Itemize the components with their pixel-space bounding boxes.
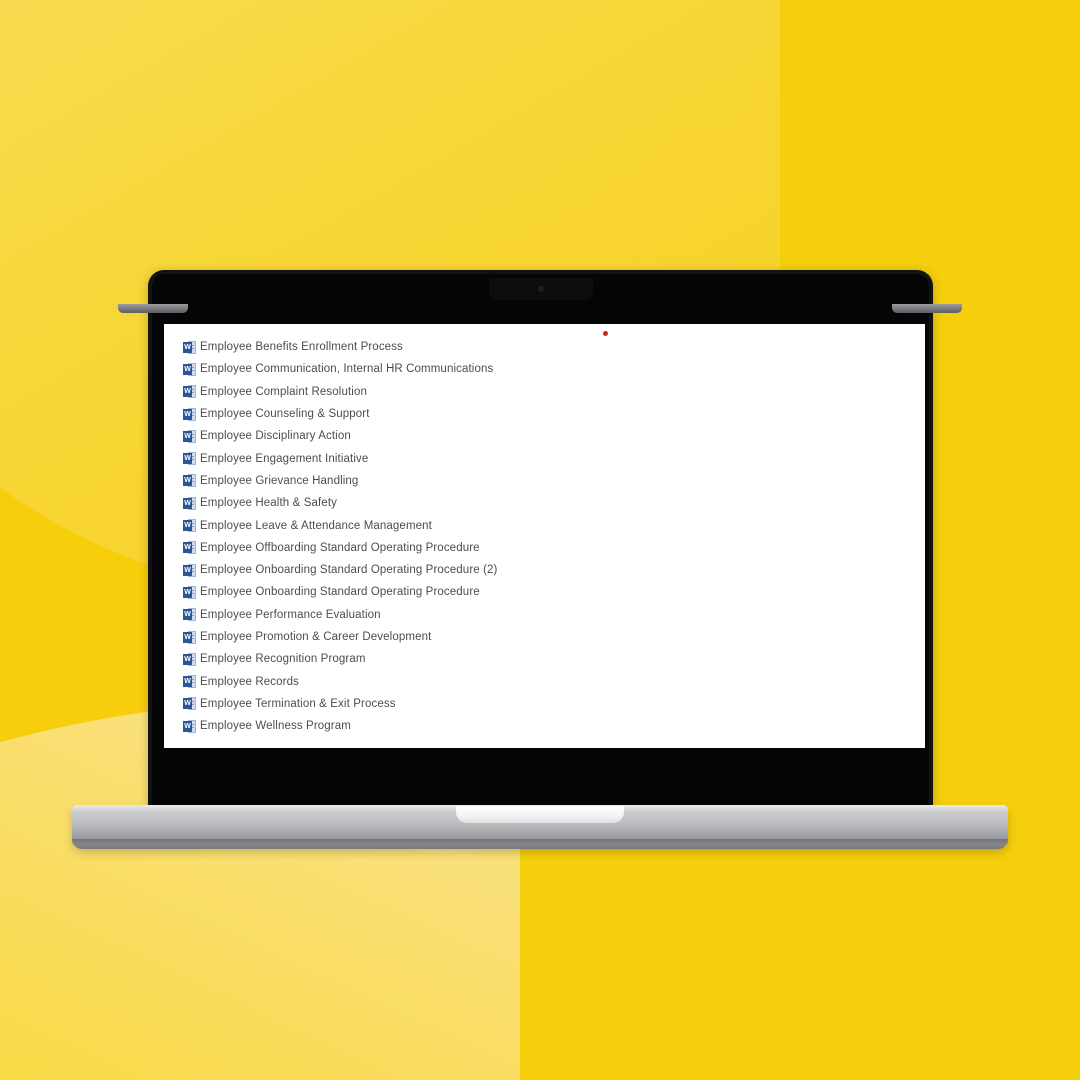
file-name-label: Employee Promotion & Career Development — [200, 631, 432, 643]
camera-notch — [488, 278, 593, 300]
file-list-item[interactable]: W Employee Engagement Initiative — [183, 447, 919, 469]
word-document-icon: W — [183, 407, 196, 421]
word-document-icon: W — [183, 452, 196, 466]
word-document-icon: W — [183, 563, 196, 577]
laptop-base-shadow — [72, 839, 1008, 845]
word-document-letter: W — [183, 453, 192, 465]
file-name-label: Employee Performance Evaluation — [200, 608, 381, 621]
file-list-item[interactable]: W Employee Offboarding Standard Operating… — [183, 537, 919, 559]
word-document-icon: W — [183, 719, 196, 733]
word-document-icon: W — [183, 340, 196, 354]
word-document-letter: W — [183, 408, 192, 420]
laptop-foot-right — [892, 304, 962, 313]
word-document-icon: W — [183, 429, 196, 443]
file-list-item[interactable]: W Employee Wellness Program — [183, 715, 919, 737]
file-list-item[interactable]: W Employee Onboarding Standard Operating … — [183, 559, 919, 581]
file-name-label: Employee Offboarding Standard Operating … — [200, 541, 480, 554]
word-document-icon: W — [183, 608, 196, 622]
word-document-letter: W — [183, 564, 192, 576]
word-document-letter: W — [183, 609, 192, 621]
laptop-foot-left — [118, 304, 188, 313]
word-document-icon: W — [183, 519, 196, 533]
file-list-item[interactable]: W Employee Leave & Attendance Management — [183, 514, 919, 536]
word-document-letter: W — [183, 341, 192, 353]
word-document-letter: W — [183, 542, 192, 554]
screen-content: W Employee Benefits Enrollment Process W Em… — [164, 324, 925, 748]
word-document-letter: W — [183, 386, 192, 398]
file-name-label: Employee Disciplinary Action — [200, 430, 351, 443]
file-list[interactable]: W Employee Benefits Enrollment Process W Em… — [183, 336, 919, 737]
laptop-base — [72, 805, 1008, 849]
word-document-letter: W — [183, 720, 192, 732]
word-document-letter: W — [183, 676, 192, 688]
file-list-item[interactable]: W Employee Complaint Resolution — [183, 381, 919, 403]
file-name-label: Employee Engagement Initiative — [200, 452, 369, 465]
laptop-lid: W Employee Benefits Enrollment Process W Em… — [148, 270, 933, 810]
word-document-letter: W — [183, 497, 192, 509]
file-name-label: Employee Complaint Resolution — [200, 385, 367, 398]
word-document-icon: W — [183, 496, 196, 510]
word-document-icon: W — [183, 362, 196, 376]
webcam-icon — [537, 286, 544, 292]
scene: W Employee Benefits Enrollment Process W Em… — [0, 0, 1080, 1080]
file-name-label: Employee Termination & Exit Process — [200, 697, 396, 710]
word-document-letter: W — [183, 475, 192, 487]
file-list-item[interactable]: W Employee Benefits Enrollment Process — [183, 336, 919, 358]
word-document-letter: W — [183, 631, 192, 643]
word-document-icon: W — [183, 652, 196, 666]
file-name-label: Employee Grievance Handling — [200, 474, 359, 487]
word-document-icon: W — [183, 675, 196, 689]
file-name-label: Employee Records — [200, 675, 299, 688]
word-document-icon: W — [183, 585, 196, 599]
file-name-label: Employee Counseling & Support — [200, 408, 370, 421]
word-document-letter: W — [183, 698, 192, 710]
word-document-letter: W — [183, 430, 192, 442]
file-list-item[interactable]: W Employee Recognition Program — [183, 648, 919, 670]
word-document-letter: W — [183, 653, 192, 665]
word-document-icon: W — [183, 385, 196, 399]
word-document-letter: W — [183, 363, 192, 375]
file-name-label: Employee Onboarding Standard Operating P… — [200, 564, 498, 577]
laptop-bezel: W Employee Benefits Enrollment Process W Em… — [152, 274, 929, 810]
laptop-front-recess — [456, 806, 624, 823]
file-list-item[interactable]: W Employee Health & Safety — [183, 492, 919, 514]
word-document-icon: W — [183, 630, 196, 644]
file-list-item[interactable]: W Employee Communication, Internal HR Com… — [183, 358, 919, 380]
word-document-icon: W — [183, 474, 196, 488]
file-name-label: Employee Benefits Enrollment Process — [200, 341, 403, 354]
file-list-item[interactable]: W Employee Performance Evaluation — [183, 604, 919, 626]
file-name-label: Employee Onboarding Standard Operating P… — [200, 586, 480, 599]
file-name-label: Employee Communication, Internal HR Comm… — [200, 363, 494, 376]
file-list-item[interactable]: W Employee Disciplinary Action — [183, 425, 919, 447]
file-name-label: Employee Leave & Attendance Management — [200, 519, 432, 532]
file-list-item[interactable]: W Employee Records — [183, 670, 919, 692]
file-list-item[interactable]: W Employee Onboarding Standard Operating … — [183, 581, 919, 603]
file-list-item[interactable]: W Employee Counseling & Support — [183, 403, 919, 425]
laptop-device: W Employee Benefits Enrollment Process W Em… — [60, 262, 1020, 852]
word-document-icon: W — [183, 697, 196, 711]
file-name-label: Employee Wellness Program — [200, 720, 351, 733]
file-name-label: Employee Recognition Program — [200, 653, 366, 666]
word-document-icon: W — [183, 541, 196, 555]
file-list-item[interactable]: W Employee Grievance Handling — [183, 470, 919, 492]
word-document-letter: W — [183, 520, 192, 532]
file-list-item[interactable]: W Employee Termination & Exit Process — [183, 693, 919, 715]
file-name-label: Employee Health & Safety — [200, 497, 337, 510]
file-list-item[interactable]: W Employee Promotion & Career Development — [183, 626, 919, 648]
word-document-letter: W — [183, 586, 192, 598]
